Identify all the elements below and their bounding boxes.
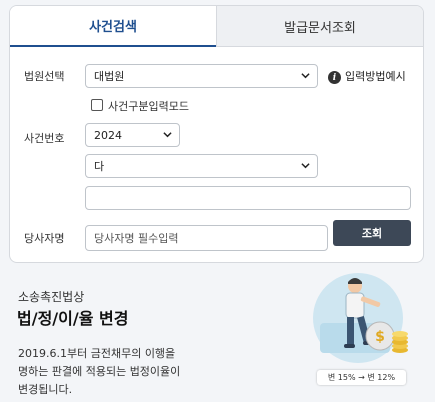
court-select-value: 대법원 — [94, 70, 125, 83]
rate-badge: 변 15% → 변 12% — [317, 370, 406, 385]
promo-desc-line: 2019.6.1부터 금전채무의 이행을 — [18, 347, 176, 360]
chevron-down-icon — [301, 73, 310, 79]
court-label: 법원선택 — [24, 70, 65, 83]
promo-title[interactable]: 법/정/이/율 변경 — [17, 305, 128, 329]
case-type-select-value: 다 — [94, 160, 105, 173]
promo-description: 2019.6.1부터 금전채무의 이행을 명하는 판결에 적용되는 법정이율이 … — [18, 345, 218, 399]
tab-bar: 사건검색 발급문서조회 — [10, 6, 423, 47]
year-select[interactable]: 2024 — [85, 123, 180, 147]
case-number-label: 사건번호 — [24, 132, 65, 145]
promo-desc-line: 변경됩니다. — [18, 383, 73, 396]
help-link[interactable]: 입력방법예시 — [345, 68, 406, 84]
party-name-input[interactable]: 당사자명 필수입력 — [85, 225, 328, 251]
chevron-down-icon — [163, 132, 172, 138]
search-button[interactable]: 조회 — [333, 220, 411, 246]
case-number-input[interactable] — [85, 186, 411, 210]
case-type-mode-checkbox[interactable] — [91, 99, 103, 111]
year-select-value: 2024 — [94, 128, 122, 142]
search-card: 사건검색 발급문서조회 법원선택 대법원 i 입력방법예시 사건구분입력모드 사… — [9, 5, 424, 263]
checkbox-label: 사건구분입력모드 — [108, 100, 189, 113]
party-label: 당사자명 — [24, 232, 65, 245]
chevron-down-icon — [301, 163, 310, 169]
rate-change-illustration: $ — [313, 273, 408, 363]
case-type-select[interactable]: 다 — [85, 154, 318, 178]
tab-case-search[interactable]: 사건검색 — [10, 6, 216, 47]
promo-desc-line: 명하는 판결에 적용되는 법정이율이 — [18, 365, 181, 378]
info-icon[interactable]: i — [328, 71, 341, 84]
promo-subtitle: 소송촉진법상 — [18, 290, 85, 304]
court-select[interactable]: 대법원 — [85, 64, 318, 88]
svg-text:$: $ — [375, 329, 385, 345]
tab-issued-docs[interactable]: 발급문서조회 — [216, 6, 423, 47]
